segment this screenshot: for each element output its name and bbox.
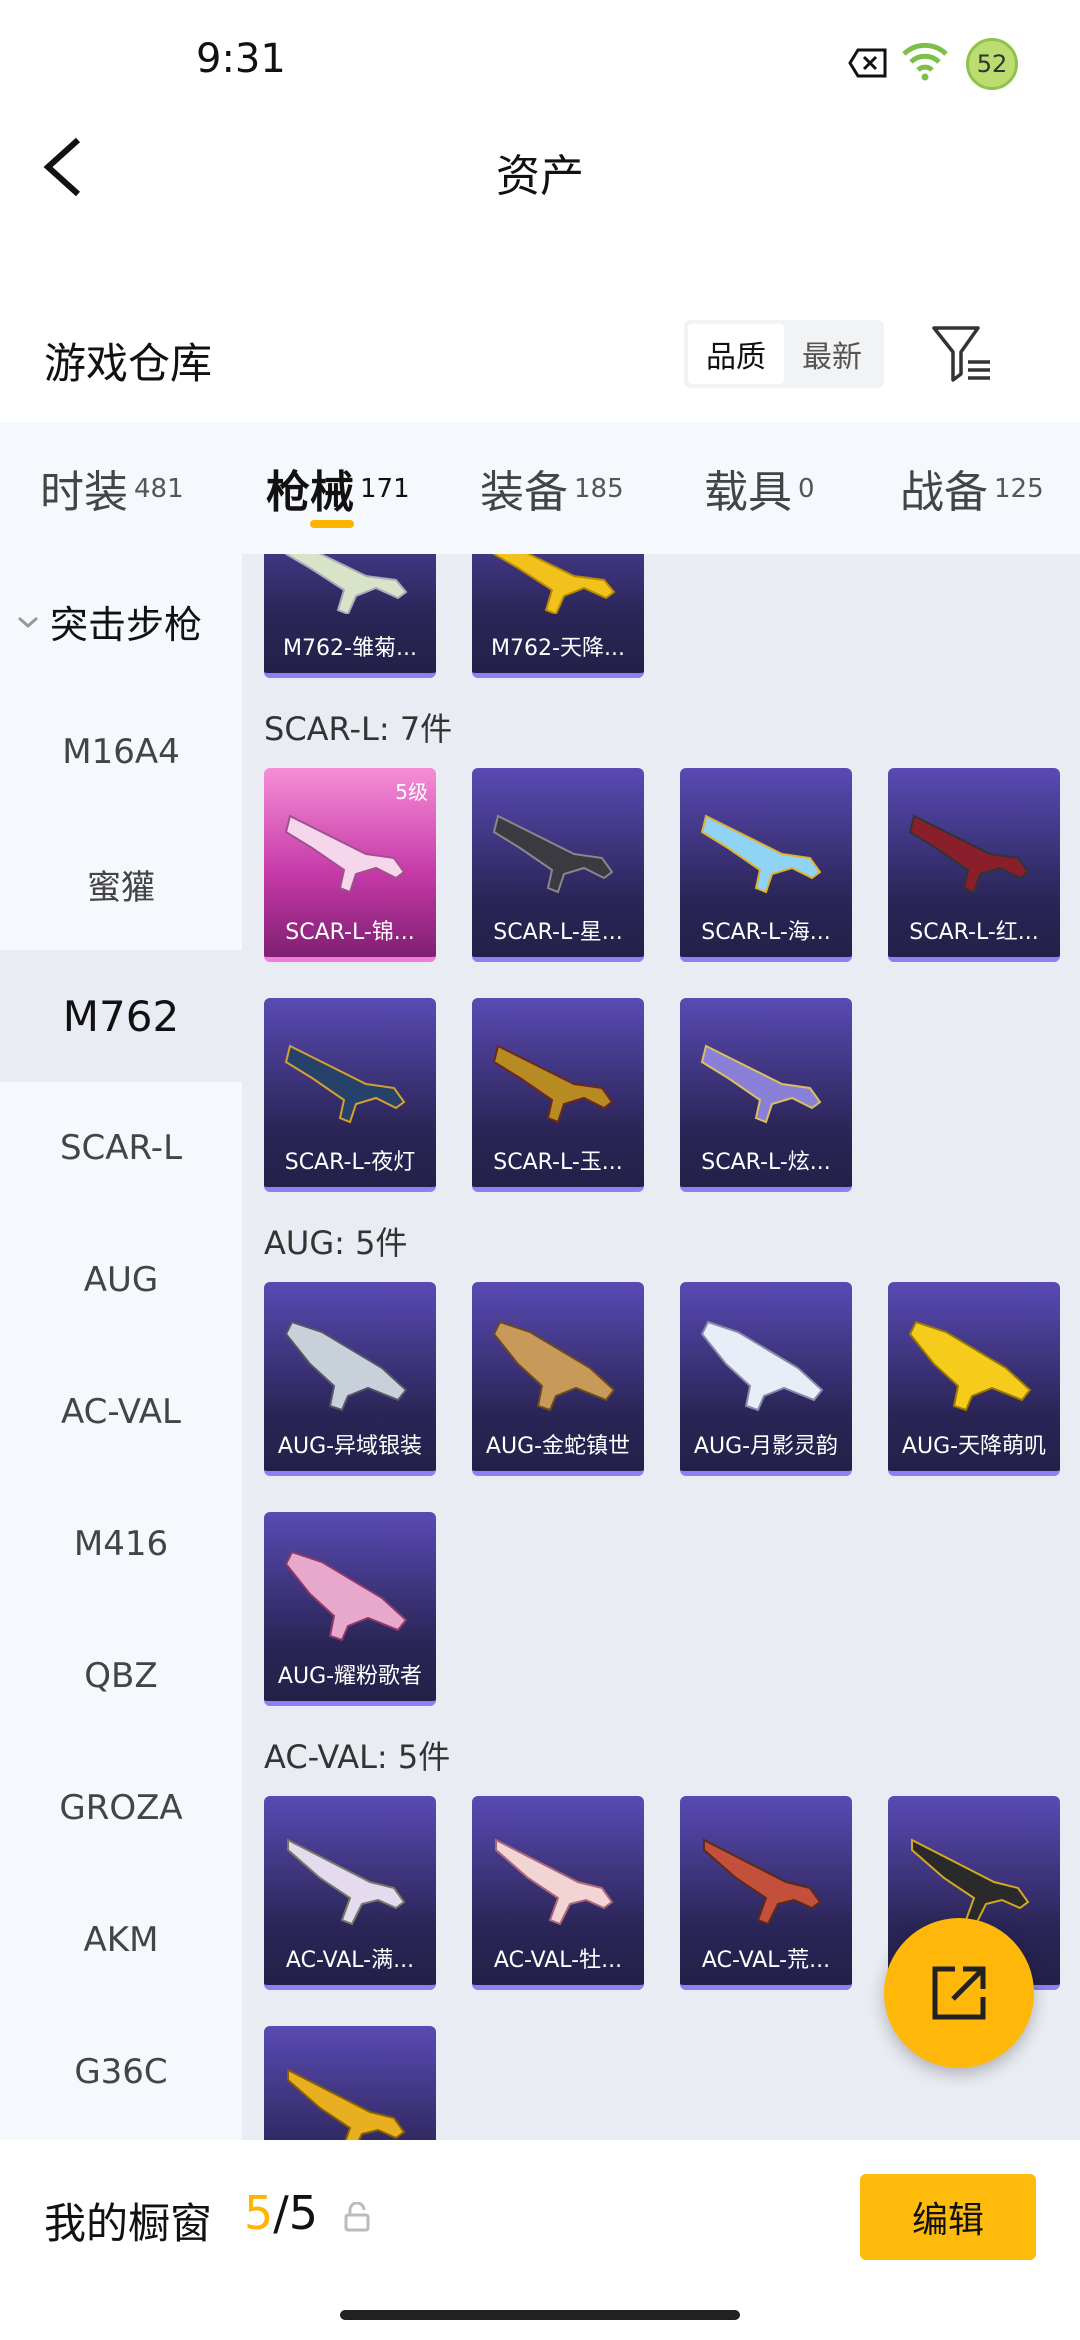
close-box-icon xyxy=(848,48,887,78)
sidebar-item-ac-val[interactable]: AC-VAL xyxy=(0,1346,242,1478)
home-indicator xyxy=(340,2310,740,2320)
rifle-image-icon xyxy=(284,554,408,614)
share-button[interactable] xyxy=(884,1918,1034,2068)
sidebar-item-akm[interactable]: AKM xyxy=(0,1874,242,2006)
sidebar-item-aug[interactable]: AUG xyxy=(0,1214,242,1346)
tab-battle-prep[interactable]: 战备 125 xyxy=(900,456,1044,520)
rifle-image-icon xyxy=(911,1838,1030,1926)
tab-equipment[interactable]: 装备 185 xyxy=(480,456,624,520)
sidebar-item-honey-badger[interactable]: 蜜獾 xyxy=(0,818,242,950)
skin-card[interactable]: SCAR-L-星... xyxy=(472,768,644,962)
section-title-ac-val: AC-VAL: 5件 xyxy=(264,1738,451,1776)
skin-card[interactable]: AUG-天降萌叽 xyxy=(888,1282,1060,1476)
tab-vehicles[interactable]: 载具 0 xyxy=(704,456,815,520)
rifle-image-icon xyxy=(284,1550,408,1642)
skin-card[interactable]: AC-VAL-牡... xyxy=(472,1796,644,1990)
sidebar-item-m762[interactable]: M762 xyxy=(0,950,242,1082)
tab-fashion[interactable]: 时装 481 xyxy=(40,456,184,520)
sidebar-item-m16a4[interactable]: M16A4 xyxy=(0,686,242,818)
rifle-image-icon xyxy=(700,1044,822,1124)
skin-card[interactable]: AC-VAL-满... xyxy=(264,1796,436,1990)
sidebar-category-label: 突击步枪 xyxy=(50,603,203,647)
rifle-image-icon xyxy=(492,554,616,614)
sort-segmented-control: 品质 最新 xyxy=(684,320,884,388)
status-time: 9:31 xyxy=(196,36,286,82)
skin-card[interactable]: AUG-月影灵韵 xyxy=(680,1282,852,1476)
skin-card[interactable]: SCAR-L-炫... xyxy=(680,998,852,1192)
active-tab-indicator xyxy=(310,520,354,528)
skin-card[interactable]: 5级 SCAR-L-锦... xyxy=(264,768,436,962)
rifle-image-icon xyxy=(284,814,406,894)
battery-indicator: 52 xyxy=(966,38,1018,90)
skin-card[interactable]: M762-雏菊... xyxy=(264,554,436,678)
rifle-image-icon xyxy=(495,1838,614,1926)
share-icon xyxy=(932,1966,986,2020)
weapon-sidebar: 突击步枪 M16A4 蜜獾 M762 SCAR-L AUG AC-VAL M41… xyxy=(0,554,242,2140)
skin-card[interactable]: SCAR-L-玉... xyxy=(472,998,644,1192)
rifle-image-icon xyxy=(287,1838,406,1926)
rifle-image-icon xyxy=(908,814,1030,894)
sidebar-item-m416[interactable]: M416 xyxy=(0,1478,242,1610)
rifle-image-icon xyxy=(908,1320,1032,1412)
skin-card[interactable]: AUG-异域银装 xyxy=(264,1282,436,1476)
skin-card[interactable]: M762-天降... xyxy=(472,554,644,678)
rifle-image-icon xyxy=(284,1320,408,1412)
wifi-icon xyxy=(902,42,948,81)
showcase-count: 5/5 xyxy=(244,2186,319,2240)
sidebar-item-qbz[interactable]: QBZ xyxy=(0,1610,242,1742)
showcase-label: 我的橱窗 xyxy=(44,2199,213,2248)
page-title: 资产 xyxy=(496,151,584,202)
weapon-skin-grid: M762-雏菊... M762-天降... SCAR-L: 7件 5级 SCAR-… xyxy=(242,554,1080,2140)
sort-option-newest[interactable]: 最新 xyxy=(784,324,880,384)
sidebar-category[interactable]: 突击步枪 xyxy=(16,594,202,649)
rifle-image-icon xyxy=(492,1320,616,1412)
section-title-scar-l: SCAR-L: 7件 xyxy=(264,710,453,748)
skin-card[interactable]: SCAR-L-红... xyxy=(888,768,1060,962)
section-title-aug: AUG: 5件 xyxy=(264,1224,408,1262)
skin-card[interactable]: AUG-金蛇镇世 xyxy=(472,1282,644,1476)
skin-card[interactable]: AUG-耀粉歌者 xyxy=(264,1512,436,1706)
lock-icon xyxy=(344,2202,370,2232)
warehouse-title: 游戏仓库 xyxy=(44,339,213,388)
filter-icon[interactable] xyxy=(930,322,994,386)
skin-card[interactable]: SCAR-L-夜灯 xyxy=(264,998,436,1192)
edit-button[interactable]: 编辑 xyxy=(860,2174,1036,2260)
sidebar-item-scar-l[interactable]: SCAR-L xyxy=(0,1082,242,1214)
rifle-image-icon xyxy=(700,1320,824,1412)
skin-card[interactable]: SCAR-L-海... xyxy=(680,768,852,962)
rifle-image-icon xyxy=(284,1044,406,1124)
sidebar-item-g36c[interactable]: G36C xyxy=(0,2006,242,2138)
skin-card[interactable] xyxy=(264,2026,436,2140)
rifle-image-icon xyxy=(492,1044,614,1124)
skin-card[interactable]: AC-VAL-荒... xyxy=(680,1796,852,1990)
sidebar-item-groza[interactable]: GROZA xyxy=(0,1742,242,1874)
rifle-image-icon xyxy=(703,1838,822,1926)
rifle-image-icon xyxy=(287,2068,406,2140)
sort-option-quality[interactable]: 品质 xyxy=(688,324,784,384)
rifle-image-icon xyxy=(492,814,614,894)
rifle-image-icon xyxy=(700,814,822,894)
chevron-down-icon xyxy=(18,616,38,628)
tab-guns[interactable]: 枪械 171 xyxy=(266,456,410,520)
